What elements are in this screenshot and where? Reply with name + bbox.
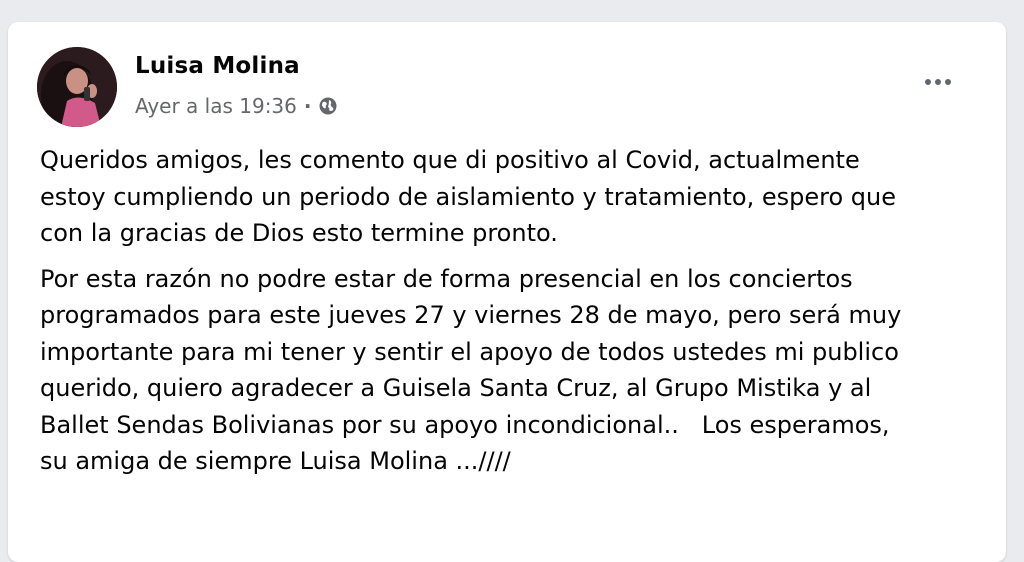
post-text-line: su amiga de siempre Luisa Molina ...//// xyxy=(40,447,511,475)
post-text-line: querido, quiero agradecer a Guisela Sant… xyxy=(40,374,872,402)
meta-separator: · xyxy=(303,94,312,118)
post-timestamp[interactable]: Ayer a las 19:36 xyxy=(135,94,297,118)
author-avatar[interactable] xyxy=(37,47,117,127)
more-options-button[interactable] xyxy=(918,68,958,96)
post-text-line: Por esta razón no podre estar de forma p… xyxy=(40,264,853,293)
post-text-line: importante para mi tener y sentir el apo… xyxy=(40,337,899,366)
post-text-line: Queridos amigos, les comento que di posi… xyxy=(40,146,860,174)
more-options-dot xyxy=(945,79,951,85)
globe-icon[interactable] xyxy=(318,96,338,116)
author-name[interactable]: Luisa Molina xyxy=(135,53,300,79)
post-message: Queridos amigos, les comento que di posi… xyxy=(40,142,990,480)
more-options-dot xyxy=(935,79,941,85)
post-text-line: programados para este jueves 27 y vierne… xyxy=(40,301,902,329)
post-card: Luisa Molina Ayer a las 19:36 · Queridos… xyxy=(8,22,1006,562)
post-text-line: con la gracias de Dios esto termine pron… xyxy=(40,219,558,247)
post-text-line: estoy cumpliendo un periodo de aislamien… xyxy=(40,182,896,211)
post-text-line: Ballet Sendas Bolivianas por su apoyo in… xyxy=(40,410,890,439)
more-options-icon xyxy=(925,79,931,85)
post-meta: Ayer a las 19:36 · xyxy=(135,94,338,118)
